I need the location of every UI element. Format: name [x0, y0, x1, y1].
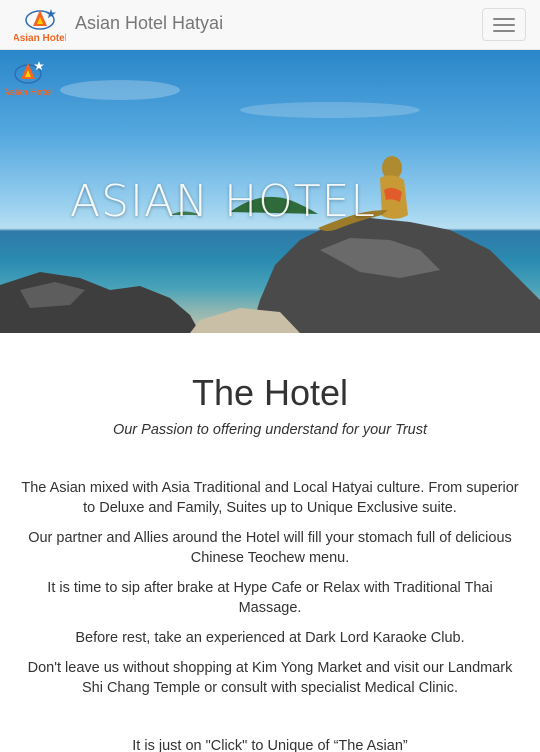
page-heading: The Hotel: [191, 372, 349, 413]
description-block: The Asian mixed with Asia Traditional an…: [0, 478, 540, 698]
hamburger-menu-icon: [493, 29, 515, 32]
hamburger-menu-icon: [493, 23, 515, 26]
brand-link[interactable]: Asian Hotel: [12, 6, 68, 44]
description-paragraph: The Asian mixed with Asia Traditional an…: [21, 480, 519, 516]
navbar-toggle-button[interactable]: [482, 8, 526, 41]
description-paragraph: It is time to sip after brake at Hype Ca…: [47, 580, 493, 616]
hero-banner: Asian Hotel ASIAN HOTEL: [0, 50, 540, 333]
logo-text: Asian Hotel: [14, 33, 66, 44]
description-paragraph: Our partner and Allies around the Hotel …: [28, 530, 512, 566]
hero-logo-text: Asian Hotel: [6, 87, 53, 97]
main-content: The Hotel Our Passion to offering unders…: [0, 333, 540, 752]
page-subtitle: Our Passion to offering understand for y…: [112, 422, 428, 438]
navbar: Asian Hotel Asian Hotel Hatyai: [0, 0, 540, 50]
hamburger-menu-icon: [493, 17, 515, 20]
star-pyramid-logo-icon: Asian Hotel: [6, 61, 53, 97]
description-paragraph: Don't leave us without shopping at Kim Y…: [27, 660, 513, 696]
description-paragraph: Before rest, take an experienced at Dark…: [75, 630, 465, 646]
brand-name[interactable]: Asian Hotel Hatyai: [75, 13, 223, 34]
hero-title: ASIAN HOTEL: [70, 176, 376, 227]
closing-line: It is just on "Click" to Unique of “The …: [132, 738, 408, 752]
hero-logo: Asian Hotel: [6, 56, 54, 100]
hotel-logo[interactable]: Asian Hotel: [12, 6, 68, 44]
star-pyramid-logo-icon: Asian Hotel: [12, 9, 68, 44]
